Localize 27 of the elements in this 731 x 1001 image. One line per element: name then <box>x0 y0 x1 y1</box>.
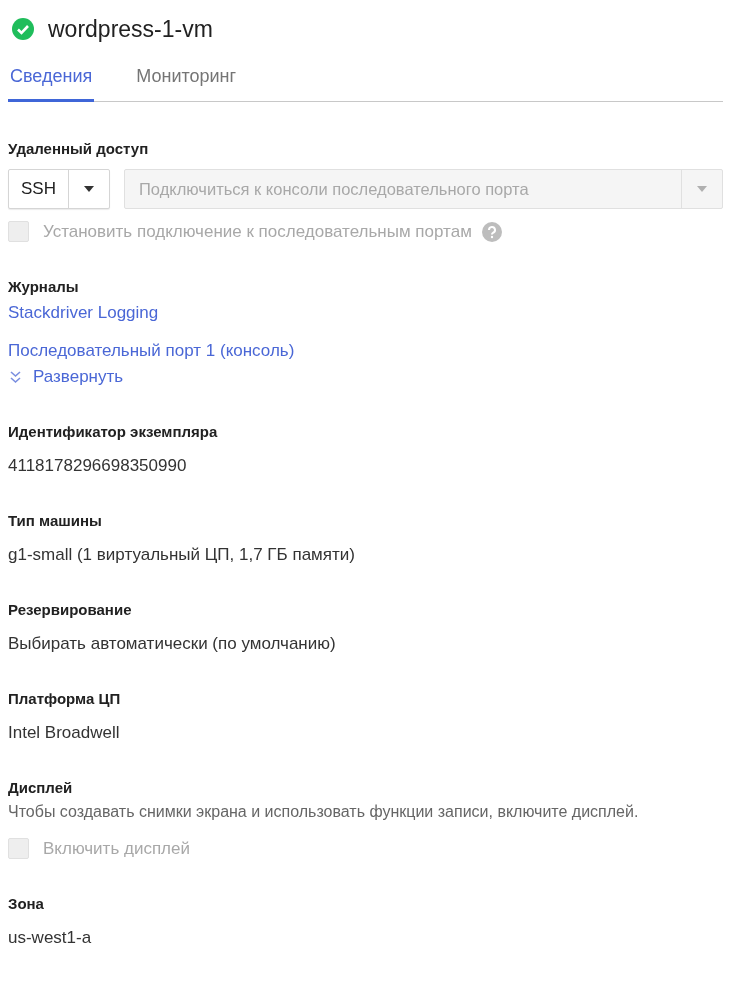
tab[interactable]: Сведения <box>8 58 95 102</box>
section-heading: Тип машины <box>8 512 103 529</box>
tab[interactable]: Мониторинг <box>134 58 239 102</box>
description: Чтобы создавать снимки экрана и использовать функции записи, включите дисплей. <box>8 802 640 822</box>
section-heading: Резервирование <box>8 601 133 618</box>
section-heading: Журналы <box>8 278 80 295</box>
field-value: 4118178296698350990 <box>8 456 188 476</box>
expand-button[interactable]: Развернуть <box>8 367 124 387</box>
checkbox-label: Включить дисплей <box>43 838 190 859</box>
section-heading: Идентификатор экземпляра <box>8 423 219 440</box>
checkbox-label: Установить подключение к последовательным портам <box>43 221 472 242</box>
double-chevron-down-icon <box>10 370 21 384</box>
instance-title: wordpress-1-vm <box>48 15 213 43</box>
field-value: Выбирать автоматически (по умолчанию) <box>8 634 337 654</box>
ssh-button[interactable]: SSH <box>9 170 69 208</box>
field-value: Intel Broadwell <box>8 723 121 743</box>
field-value: us-west1-a <box>8 928 93 948</box>
section-heading: Удаленный доступ <box>8 140 150 157</box>
caret-icon <box>697 186 707 192</box>
field-value: g1-small (1 виртуальный ЦП, 1,7 ГБ памяти) <box>8 545 356 565</box>
link[interactable]: Stackdriver Logging <box>8 303 159 323</box>
section-heading: Платформа ЦП <box>8 690 122 707</box>
help-icon[interactable] <box>481 221 502 242</box>
link[interactable]: Последовательный порт 1 (консоль) <box>8 341 295 361</box>
caret-icon <box>83 186 94 192</box>
section-heading: Зона <box>8 895 45 912</box>
section-heading: Дисплей <box>8 779 74 796</box>
